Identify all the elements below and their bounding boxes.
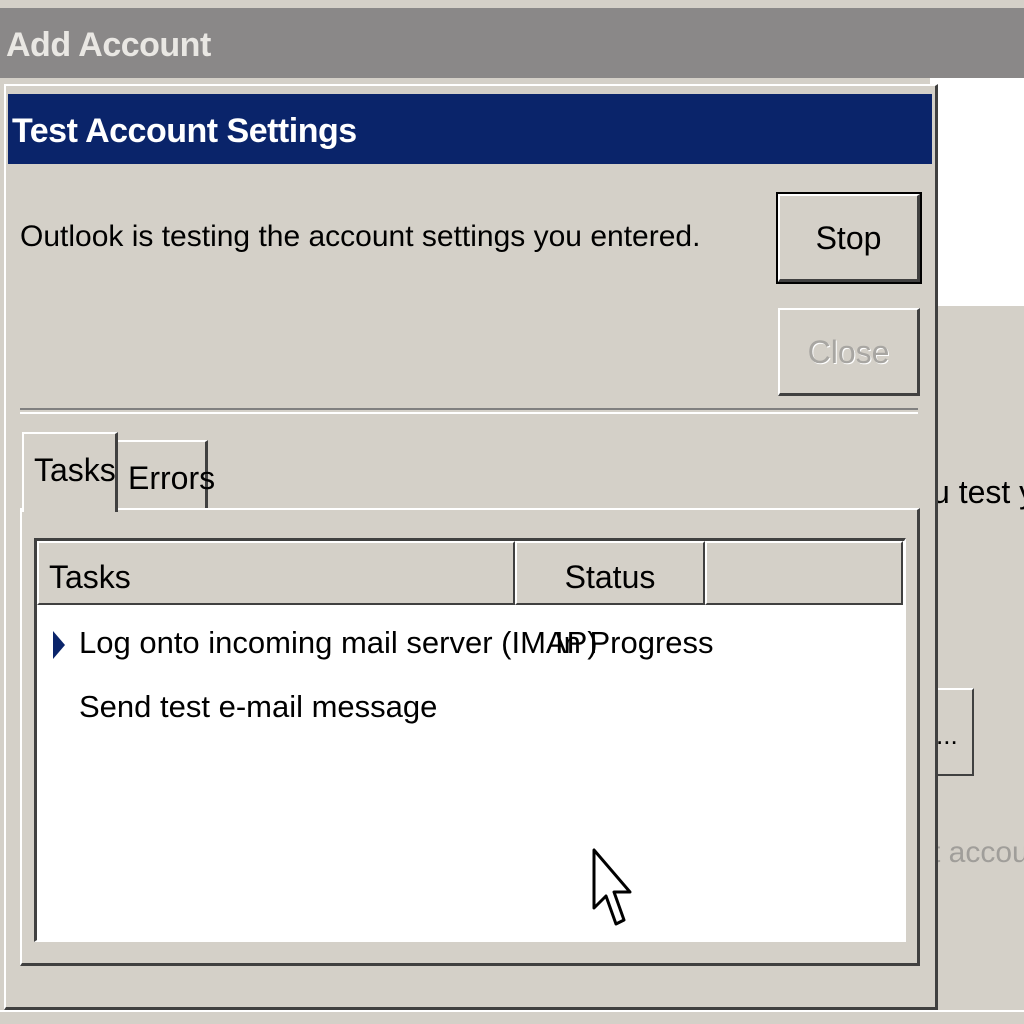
table-row[interactable]: Send test e-mail message — [37, 689, 903, 749]
mouse-cursor-icon — [592, 848, 632, 926]
add-account-titlebar[interactable]: Add Account — [0, 8, 1024, 78]
add-account-bottom-edge — [0, 1010, 1024, 1024]
column-header-tasks[interactable]: Tasks — [37, 541, 515, 605]
partial-button-label: ... — [936, 720, 958, 750]
tab-tasks-label: Tasks — [34, 452, 116, 488]
stop-button[interactable]: Stop — [776, 192, 922, 284]
tab-errors-label: Errors — [128, 460, 216, 496]
tab-errors[interactable]: Errors — [116, 440, 215, 512]
triangle-right-icon — [53, 631, 65, 659]
list-header: Tasks Status — [37, 541, 903, 605]
add-account-content-panel — [930, 78, 1024, 306]
tab-tasks[interactable]: Tasks — [22, 432, 118, 512]
tasks-list[interactable]: Tasks Status Log onto incoming mail serv… — [34, 538, 906, 942]
dialog-title: Test Account Settings — [12, 112, 357, 150]
dialog-titlebar[interactable]: Test Account Settings — [8, 94, 932, 164]
column-header-empty[interactable] — [705, 541, 903, 605]
add-account-partial-text: u test yo — [932, 474, 1024, 510]
task-name: Log onto incoming mail server (IMAP) — [79, 625, 598, 660]
table-row[interactable]: Log onto incoming mail server (IMAP) In … — [37, 625, 903, 685]
add-account-partial-disabled-text: t accoun — [932, 836, 1024, 869]
separator-line — [20, 408, 918, 414]
tasks-tab-panel: Tasks Status Log onto incoming mail serv… — [20, 508, 920, 966]
task-name: Send test e-mail message — [79, 689, 438, 724]
status-message: Outlook is testing the account settings … — [20, 220, 701, 253]
column-header-status[interactable]: Status — [515, 541, 705, 605]
task-status: In Progress — [555, 625, 714, 660]
test-account-settings-dialog: Test Account Settings Outlook is testing… — [4, 84, 938, 1010]
close-button: Close — [778, 308, 920, 396]
add-account-title: Add Account — [6, 26, 211, 64]
